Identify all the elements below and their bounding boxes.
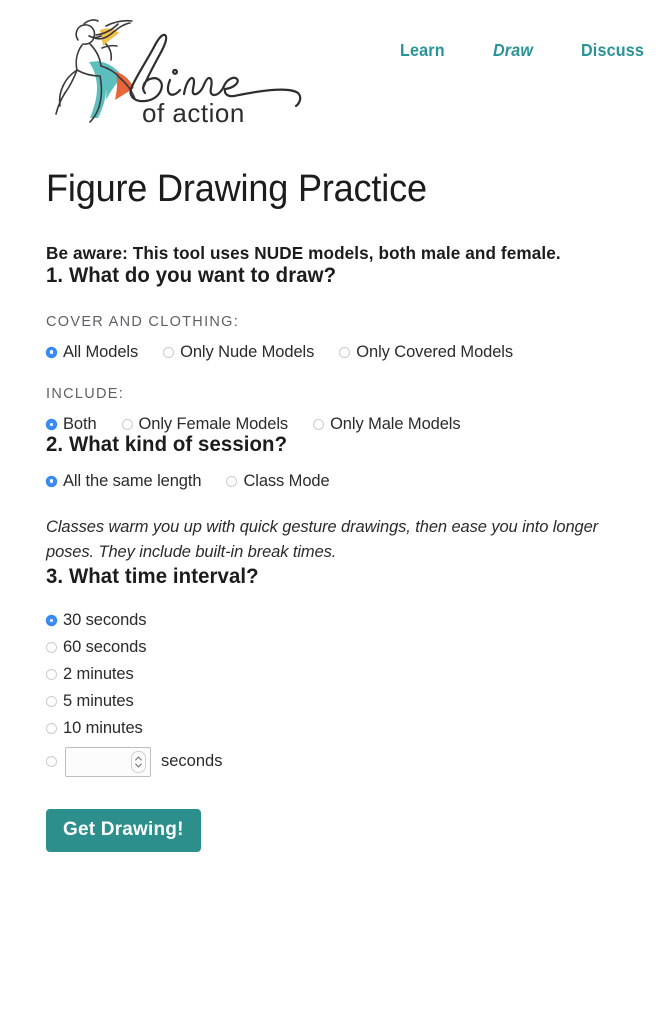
nav-link-learn[interactable]: Learn (400, 40, 445, 61)
radio-2-minutes[interactable] (46, 668, 57, 680)
option-all-the-same-length[interactable]: All the same length (46, 471, 202, 490)
question-3-heading: 3. What time interval? (46, 564, 259, 588)
radio-only-nude-models[interactable] (163, 346, 175, 358)
radio-class-mode[interactable] (226, 475, 238, 487)
option-5-minutes[interactable]: 5 minutes (46, 688, 648, 715)
nav-link-draw[interactable]: Draw (493, 40, 533, 61)
option-both[interactable]: Both (46, 416, 97, 433)
option-only-covered-models[interactable]: Only Covered Models (339, 344, 513, 361)
radio-only-male-models[interactable] (313, 419, 325, 431)
option-label: Class Mode (243, 471, 330, 490)
custom-seconds-unit-label: seconds (161, 752, 223, 771)
page-root: of action Learn Draw Discuss Figure Draw… (0, 0, 672, 1024)
question-2-heading: 2. What kind of session? (46, 432, 288, 456)
radio-60-seconds[interactable] (46, 641, 57, 653)
option-label: 30 seconds (63, 611, 147, 630)
option-label: 2 minutes (63, 665, 134, 684)
radio-only-covered-models[interactable] (339, 346, 351, 358)
option-10-minutes[interactable]: 10 minutes (46, 715, 648, 742)
cover-and-clothing-radio-group: All Models Only Nude Models Only Covered… (46, 344, 648, 361)
option-label: All Models (63, 342, 139, 361)
option-label: Both (63, 415, 97, 434)
radio-custom-seconds[interactable] (46, 756, 57, 768)
option-class-mode[interactable]: Class Mode (226, 471, 330, 490)
page-title: Figure Drawing Practice (46, 168, 427, 210)
main-content: Figure Drawing Practice Be aware: This t… (0, 168, 672, 852)
site-logo[interactable]: of action (44, 14, 344, 126)
radio-only-female-models[interactable] (121, 419, 133, 431)
main-nav: Learn Draw Discuss (400, 40, 650, 61)
question-1-heading: 1. What do you want to draw? (46, 263, 337, 287)
get-drawing-button[interactable]: Get Drawing! (46, 808, 201, 852)
radio-both[interactable] (46, 419, 57, 431)
include-label: INCLUDE: (46, 386, 125, 403)
radio-5-minutes[interactable] (46, 695, 57, 707)
site-header: of action Learn Draw Discuss (0, 0, 672, 140)
option-label: All the same length (63, 471, 202, 490)
time-interval-radio-group: 30 seconds 60 seconds 2 minutes 5 minute… (46, 607, 648, 781)
chevron-up-icon[interactable] (135, 756, 142, 761)
radio-all-the-same-length[interactable] (46, 475, 57, 487)
cover-and-clothing-label: COVER AND CLOTHING: (46, 313, 240, 330)
radio-30-seconds[interactable] (46, 614, 57, 626)
chevron-down-icon[interactable] (135, 763, 142, 768)
option-custom-seconds[interactable]: seconds (46, 743, 648, 781)
option-label: 60 seconds (63, 638, 147, 657)
option-60-seconds[interactable]: 60 seconds (46, 634, 648, 661)
logo-dancer-icon: of action (55, 19, 302, 126)
radio-all-models[interactable] (46, 346, 57, 358)
nav-link-discuss[interactable]: Discuss (581, 40, 644, 61)
option-label: Only Nude Models (180, 342, 315, 361)
svg-text:of action: of action (142, 98, 245, 126)
option-30-seconds[interactable]: 30 seconds (46, 607, 648, 634)
option-all-models[interactable]: All Models (46, 344, 138, 361)
option-only-female-models[interactable]: Only Female Models (121, 415, 289, 434)
option-only-male-models[interactable]: Only Male Models (313, 415, 461, 434)
nudity-warning: Be aware: This tool uses NUDE models, bo… (46, 242, 561, 263)
option-label: 10 minutes (63, 719, 143, 738)
custom-seconds-input-wrapper[interactable] (65, 746, 151, 777)
include-radio-group: Both Only Female Models Only Male Models (46, 416, 648, 433)
option-label: Only Female Models (138, 415, 289, 434)
option-label: Only Covered Models (356, 342, 514, 361)
class-mode-description: Classes warm you up with quick gesture d… (46, 518, 599, 562)
option-label: 5 minutes (63, 692, 134, 711)
option-only-nude-models[interactable]: Only Nude Models (163, 344, 314, 361)
option-label: Only Male Models (330, 415, 461, 434)
radio-10-minutes[interactable] (46, 722, 57, 734)
number-spinner[interactable] (131, 750, 146, 773)
option-2-minutes[interactable]: 2 minutes (46, 661, 648, 688)
session-type-radio-group: All the same length Class Mode (46, 473, 648, 490)
